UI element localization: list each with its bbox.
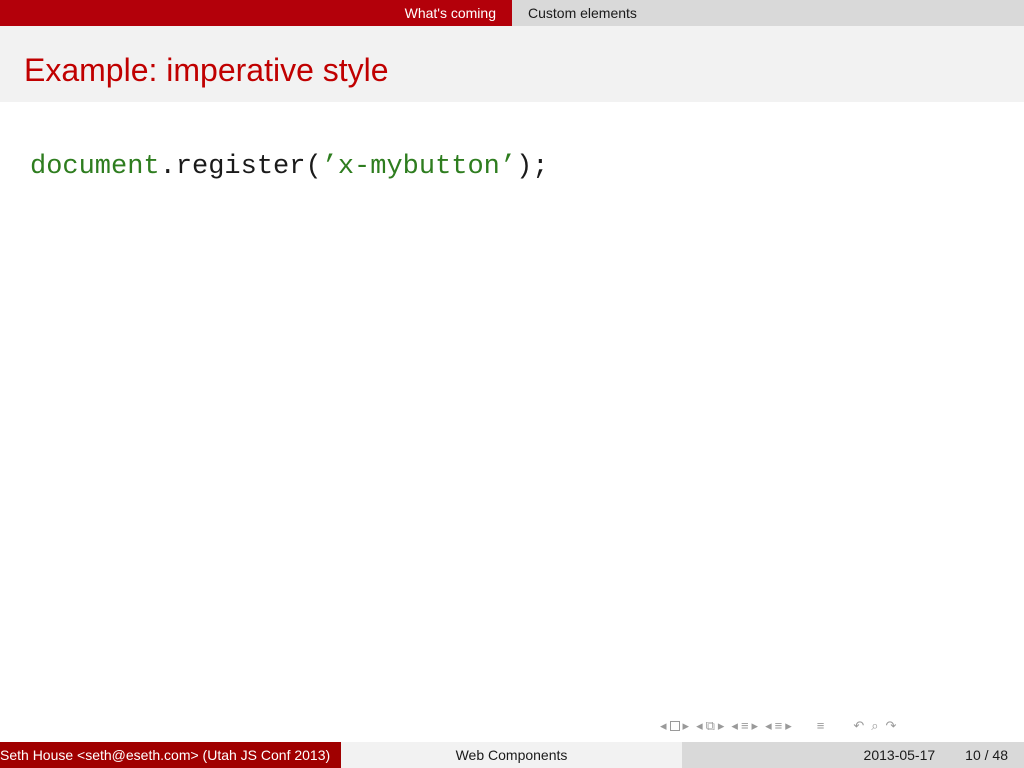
nav-section-label: What's coming bbox=[404, 5, 496, 21]
subsection-nav[interactable]: ◂ ⧉ ▸ bbox=[696, 718, 724, 734]
undo-icon[interactable]: ↶ bbox=[853, 718, 864, 734]
code-closing: ); bbox=[516, 152, 549, 182]
footer-meta: 2013-05-17 10 / 48 bbox=[682, 742, 1024, 768]
subsection-icon[interactable]: ⧉ bbox=[706, 718, 715, 734]
arrow-left-icon[interactable]: ◂ bbox=[731, 718, 738, 734]
code-dot: . bbox=[159, 152, 176, 182]
arrow-left-icon[interactable]: ◂ bbox=[765, 718, 772, 734]
code-method: register( bbox=[175, 152, 322, 182]
frame-nav[interactable]: ◂ ▸ bbox=[660, 718, 689, 734]
code-object: document bbox=[30, 152, 160, 182]
arrow-right-icon[interactable]: ▸ bbox=[752, 718, 759, 734]
code-snippet: document.register(’x-mybutton’); bbox=[30, 152, 549, 182]
code-string: ’x-mybutton’ bbox=[321, 152, 517, 182]
section-icon[interactable]: ≡ bbox=[775, 718, 783, 734]
section-nav[interactable]: ◂ ≡ ▸ bbox=[731, 718, 758, 734]
arrow-right-icon[interactable]: ▸ bbox=[718, 718, 725, 734]
nav-section-custom-elements[interactable]: Custom elements bbox=[512, 0, 1024, 26]
nav-section-label: Custom elements bbox=[528, 5, 637, 21]
footer-author: Seth House <seth@eseth.com> (Utah JS Con… bbox=[0, 742, 341, 768]
slide-title: Example: imperative style bbox=[24, 52, 389, 88]
beamer-navigation-symbols: ◂ ▸ ◂ ⧉ ▸ ◂ ≡ ▸ ◂ ≡ ▸ ≡ ↶ ⌕ ↷ bbox=[660, 716, 1020, 736]
frame-icon[interactable] bbox=[669, 721, 680, 731]
redo-icon[interactable]: ↷ bbox=[886, 718, 897, 734]
slide-title-band: Example: imperative style bbox=[0, 26, 1024, 102]
footer-date: 2013-05-17 bbox=[863, 747, 936, 763]
footer-page-number: 10 / 48 bbox=[965, 747, 1008, 763]
align-icon[interactable]: ≡ bbox=[817, 718, 825, 734]
arrow-left-icon[interactable]: ◂ bbox=[660, 718, 667, 734]
section-icon[interactable]: ≡ bbox=[741, 718, 749, 734]
section-navigation-bar: What's coming Custom elements bbox=[0, 0, 1024, 26]
nav-section-whats-coming[interactable]: What's coming bbox=[0, 0, 512, 26]
arrow-right-icon[interactable]: ▸ bbox=[785, 718, 792, 734]
arrow-left-icon[interactable]: ◂ bbox=[696, 718, 703, 734]
search-icon[interactable]: ⌕ bbox=[871, 718, 878, 734]
document-nav[interactable]: ◂ ≡ ▸ bbox=[765, 718, 792, 734]
slide-footer: Seth House <seth@eseth.com> (Utah JS Con… bbox=[0, 742, 1024, 768]
footer-title: Web Components bbox=[341, 742, 682, 768]
arrow-right-icon[interactable]: ▸ bbox=[683, 718, 690, 734]
